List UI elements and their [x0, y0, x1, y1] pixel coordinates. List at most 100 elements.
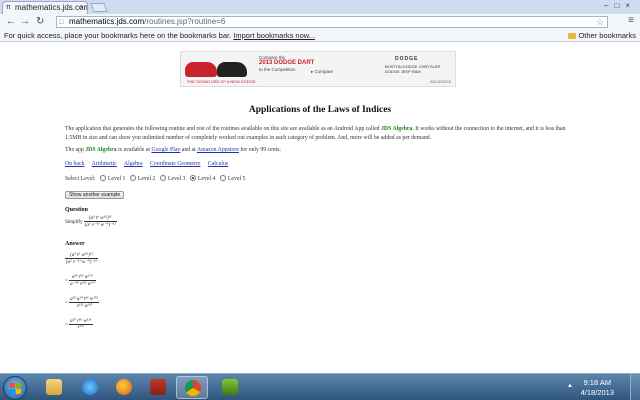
- bookmarks-bar: For quick access, place your bookmarks h…: [0, 30, 640, 42]
- level-1-radio[interactable]: [99, 175, 106, 181]
- url-path: /routines.jsp?routine=6: [144, 17, 226, 26]
- google-play-link[interactable]: Google Play: [151, 147, 180, 153]
- taskbar-firefox[interactable]: [108, 376, 140, 399]
- bookmark-star-icon[interactable]: ☆: [596, 17, 604, 27]
- avail-text-b: is available at: [116, 147, 152, 153]
- clock-time: 9:18 AM: [583, 378, 612, 387]
- nav-link-calculus[interactable]: Calculus: [208, 161, 228, 167]
- level-selector: Select Level: Level 1 Level 2 Level 3 Le…: [65, 175, 245, 182]
- start-button[interactable]: [3, 376, 27, 400]
- step1-fraction: (a³ t⁶ w¹⁶)¹¹ (a² v⁻¹¹ w⁻⁵)⁻¹²: [65, 253, 99, 265]
- tab-strip: π mathematics.jds.com × –□×: [0, 0, 640, 14]
- amazon-appstore-link[interactable]: Amazon Appstore: [197, 147, 239, 153]
- url-host: mathematics.jds.com: [69, 17, 145, 26]
- bookmarks-prompt: For quick access, place your bookmarks h…: [4, 31, 232, 40]
- level-5-label[interactable]: Level 5: [228, 176, 246, 182]
- nav-link-back[interactable]: On back: [65, 161, 84, 167]
- answer-step-3: = a³³ a²⁴ t⁶⁶ w¹⁷⁶ v¹³² w⁶⁰: [65, 297, 100, 309]
- equals-sign: =: [65, 301, 68, 307]
- web-page: Compare the 2013 DODGE DART to the Compe…: [0, 43, 640, 373]
- level-2-label[interactable]: Level 2: [138, 176, 156, 182]
- taskbar: ▲ 9:18 AM 4/18/2013: [0, 373, 640, 400]
- level-1-label[interactable]: Level 1: [108, 176, 126, 182]
- step2-denominator: a⁻²⁴ v¹³² w⁶⁰: [70, 282, 95, 287]
- avail-text-a: The app: [65, 147, 86, 153]
- close-tab-icon[interactable]: ×: [79, 2, 84, 14]
- show-desktop-button[interactable]: [630, 374, 640, 400]
- availability-paragraph: The app JDS Algebra is available at Goog…: [65, 146, 575, 155]
- show-another-example-button[interactable]: Show another example: [65, 191, 125, 199]
- question-expression: Simplify (a³ t⁶ w¹⁶)¹¹ (a² v⁻¹¹ w⁻⁵)⁻¹²: [65, 216, 117, 228]
- ad-line2: 2013 DODGE DART: [259, 60, 315, 66]
- app-name: JDS Algebra: [381, 126, 413, 132]
- question-heading: Question: [65, 207, 89, 213]
- step3-fraction: a³³ a²⁴ t⁶⁶ w¹⁷⁶ v¹³² w⁶⁰: [69, 297, 100, 309]
- other-bookmarks[interactable]: Other bookmarks: [568, 30, 636, 41]
- simplify-label: Simplify: [65, 220, 83, 226]
- browser-toolbar: ← → ↻ □ mathematics.jds.com/routines.jsp…: [0, 14, 640, 30]
- avail-text-d: for only 99 cents.: [238, 147, 281, 153]
- equals-sign: =: [65, 322, 68, 328]
- wrench-menu-icon[interactable]: ≡: [628, 15, 634, 26]
- black-car-image: [217, 62, 247, 77]
- favicon-icon: π: [6, 4, 11, 11]
- nvidia-icon: [222, 379, 238, 395]
- folder-icon: [46, 379, 62, 395]
- window-controls[interactable]: –□×: [604, 1, 636, 10]
- red-car-image: [185, 62, 217, 77]
- level-2-radio[interactable]: [129, 175, 136, 181]
- tab-title: mathematics.jds.com: [15, 3, 88, 12]
- answer-step-4: = a⁵⁷ t⁶⁶ w¹¹⁶ v¹³²: [65, 319, 93, 330]
- level-3-radio[interactable]: [159, 175, 166, 181]
- avail-app-name: JDS Algebra: [85, 147, 117, 153]
- question-denominator: (a² v⁻¹¹ w⁻⁵)⁻¹²: [84, 223, 116, 228]
- ad-banner[interactable]: Compare the 2013 DODGE DART to the Compe…: [180, 51, 456, 87]
- ad-brand: DODGE: [395, 56, 419, 62]
- step1-denominator: (a² v⁻¹¹ w⁻⁵)⁻¹²: [66, 260, 98, 265]
- ad-line3: to the Competition: [259, 67, 296, 72]
- answer-step-1: (a³ t⁶ w¹⁶)¹¹ (a² v⁻¹¹ w⁻⁵)⁻¹²: [65, 253, 99, 265]
- taskbar-ie[interactable]: [74, 376, 106, 399]
- ad-tagline: THE SIGNATURE OF A NEW DODGE.: [187, 79, 257, 84]
- reload-icon[interactable]: ↻: [36, 16, 44, 27]
- taskbar-explorer[interactable]: [38, 376, 70, 399]
- back-icon[interactable]: ←: [6, 16, 16, 27]
- firefox-icon: [116, 379, 132, 395]
- question-fraction: (a³ t⁶ w¹⁶)¹¹ (a² v⁻¹¹ w⁻⁵)⁻¹²: [83, 216, 117, 228]
- taskbar-chrome[interactable]: [176, 376, 208, 399]
- answer-step-2: = a³³ t⁶⁶ w¹⁷⁶ a⁻²⁴ v¹³² w⁶⁰: [65, 275, 96, 287]
- step3-denominator: v¹³² w⁶⁰: [76, 304, 92, 309]
- step2-fraction: a³³ t⁶⁶ w¹⁷⁶ a⁻²⁴ v¹³² w⁶⁰: [69, 275, 96, 287]
- internet-explorer-icon: [82, 379, 98, 395]
- windows-logo-icon: [10, 383, 22, 395]
- browser-tab[interactable]: π mathematics.jds.com ×: [2, 1, 88, 14]
- level-5-radio[interactable]: [219, 175, 226, 181]
- answer-heading: Answer: [65, 241, 85, 247]
- clock-date: 4/18/2013: [580, 388, 614, 397]
- level-3-label[interactable]: Level 3: [168, 176, 186, 182]
- taskbar-nvidia[interactable]: [214, 376, 246, 399]
- nav-link-coordinate-geometry[interactable]: Coordinate Geometry: [150, 161, 200, 167]
- folder-icon: [568, 33, 577, 39]
- step4-denominator: v¹³²: [77, 325, 85, 330]
- import-bookmarks-link[interactable]: Import bookmarks now...: [233, 31, 315, 40]
- nav-link-arithmetic[interactable]: Arithmetic: [92, 161, 117, 167]
- level-4-radio[interactable]: [189, 175, 196, 181]
- house-app-icon: [150, 379, 166, 395]
- chrome-icon: [185, 380, 201, 396]
- nav-link-algebra[interactable]: Algebra: [124, 161, 143, 167]
- level-4-label[interactable]: Level 4: [198, 176, 216, 182]
- step4-fraction: a⁵⁷ t⁶⁶ w¹¹⁶ v¹³²: [69, 319, 93, 330]
- new-tab-button[interactable]: [90, 3, 108, 12]
- other-bookmarks-label: Other bookmarks: [578, 31, 636, 40]
- forward-icon[interactable]: →: [20, 16, 30, 27]
- select-level-label: Select Level:: [65, 176, 96, 182]
- page-title: Applications of the Laws of Indices: [248, 105, 392, 115]
- address-bar[interactable]: □ mathematics.jds.com/routines.jsp?routi…: [56, 16, 608, 28]
- taskbar-app-house[interactable]: [142, 376, 174, 399]
- page-icon: □: [59, 19, 64, 26]
- tray-expand-icon[interactable]: ▲: [567, 383, 573, 389]
- clock[interactable]: 9:18 AM 4/18/2013: [581, 378, 614, 398]
- ad-compare: ▸ Compare: [311, 69, 334, 74]
- equals-sign: =: [65, 279, 68, 285]
